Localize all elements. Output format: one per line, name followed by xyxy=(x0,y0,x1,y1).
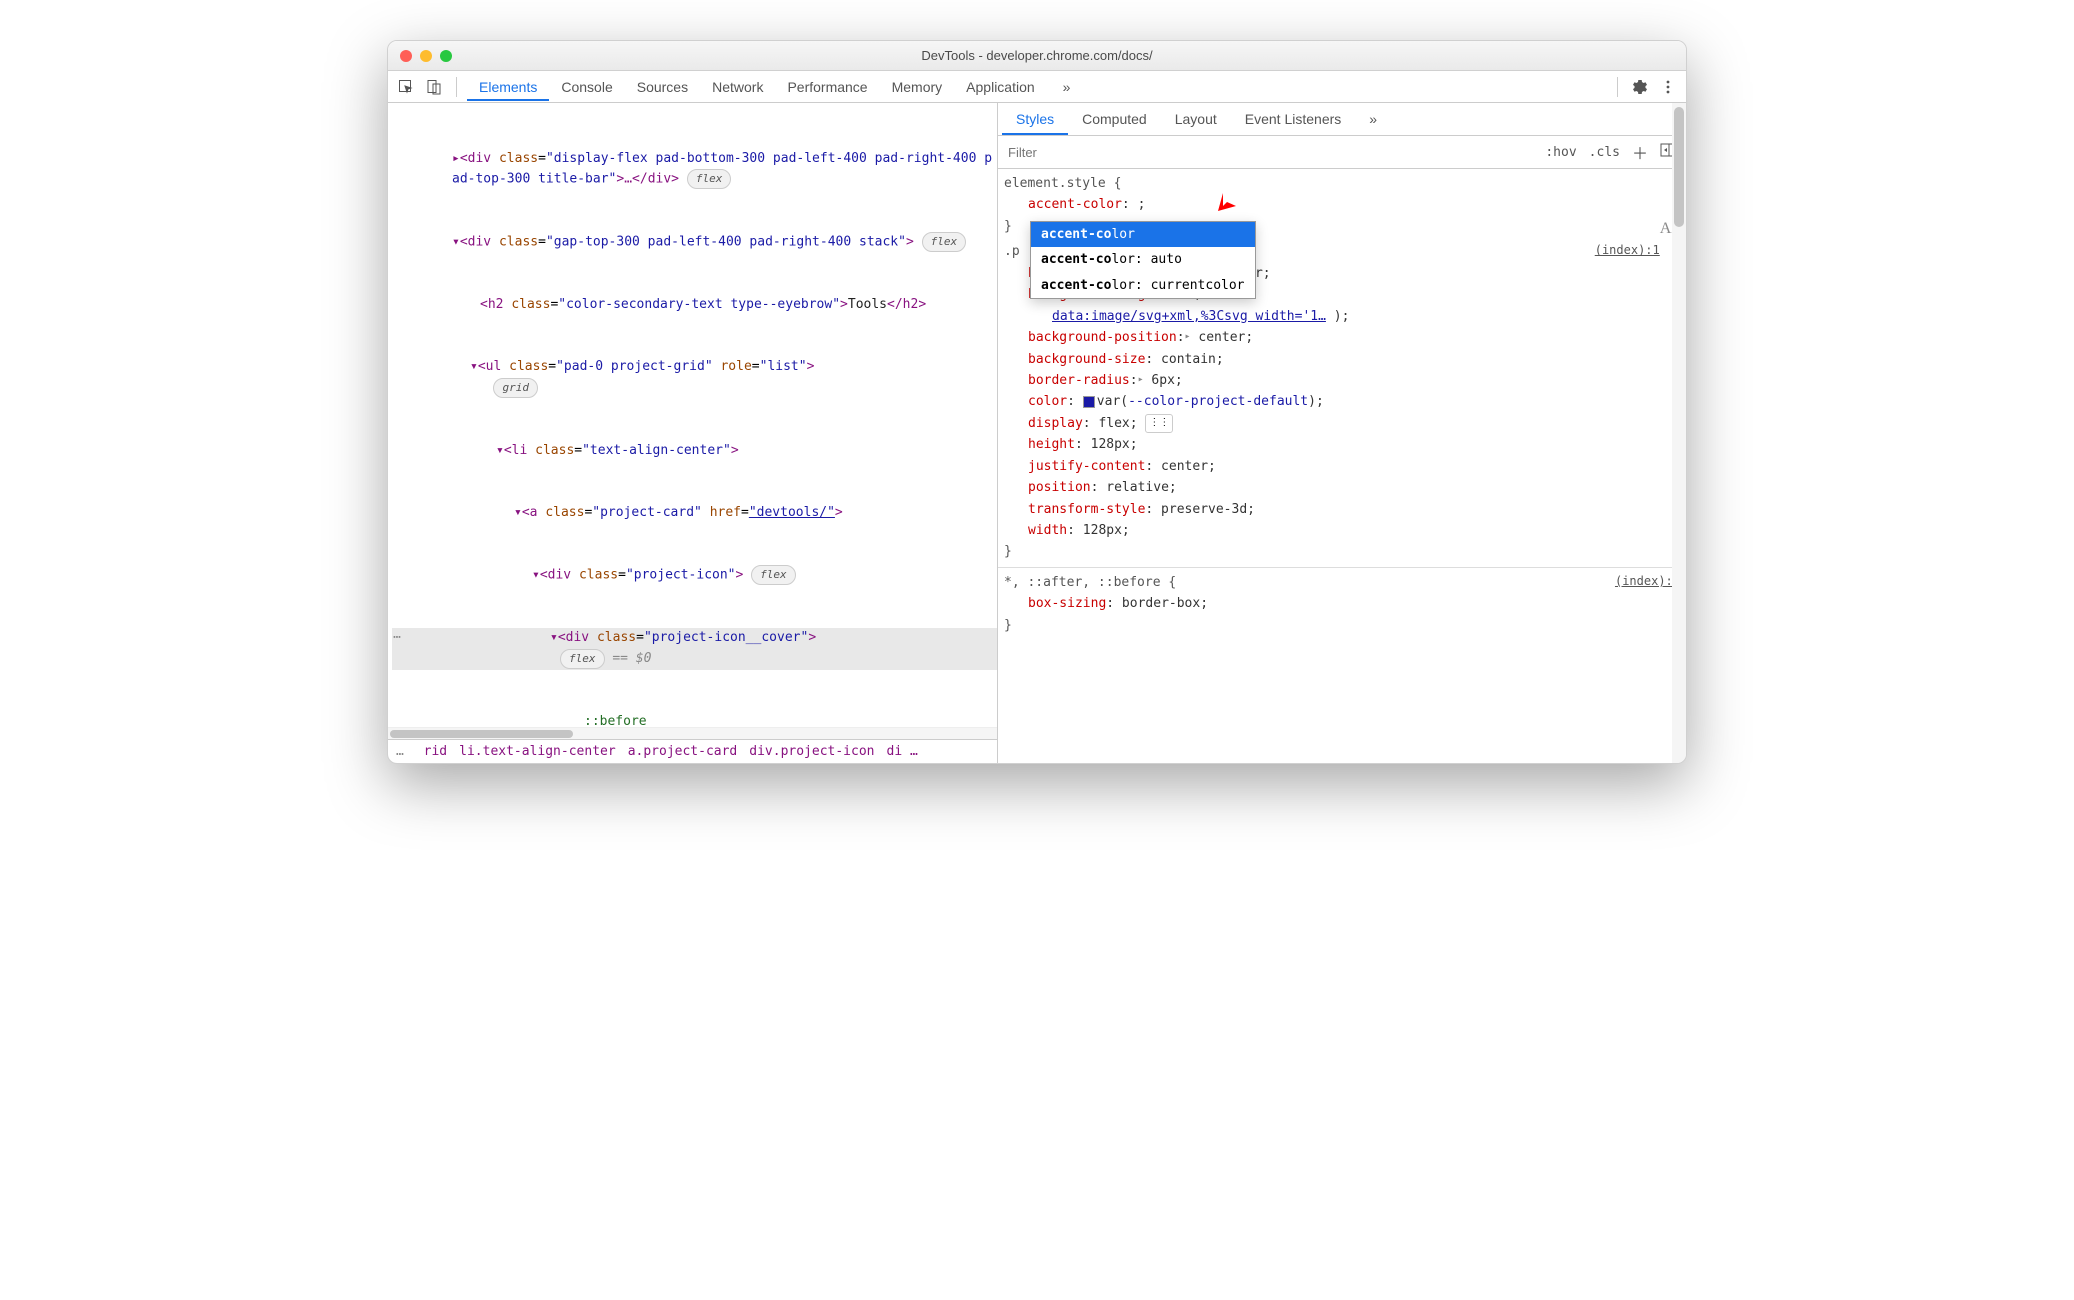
dom-node[interactable]: ▾<div class="gap-top-300 pad-left-400 pa… xyxy=(392,232,997,253)
tab-application[interactable]: Application xyxy=(954,73,1047,101)
styles-body[interactable]: element.style { accent-color: ; } AA acc… xyxy=(998,169,1686,763)
css-declaration[interactable]: transform-style: preserve-3d; xyxy=(1028,499,1680,520)
autocomplete-item[interactable]: accent-color: auto xyxy=(1031,247,1255,272)
main-toolbar: ElementsConsoleSourcesNetworkPerformance… xyxy=(388,71,1686,103)
rule-selector: *, ::after, ::before { xyxy=(1004,575,1176,590)
traffic-lights xyxy=(400,50,452,62)
annotation-arrow-icon xyxy=(1208,171,1258,228)
editing-property[interactable]: accent-color xyxy=(1028,197,1122,212)
css-declaration[interactable]: width: 128px; xyxy=(1028,520,1680,541)
dom-node-selected[interactable]: ⋯▾<div class="project-icon__cover">flex … xyxy=(392,628,997,670)
kebab-menu-icon[interactable] xyxy=(1656,75,1680,99)
crumb-item[interactable]: div.project-icon xyxy=(749,744,874,759)
flex-badge[interactable]: flex xyxy=(751,565,796,585)
tab-elements[interactable]: Elements xyxy=(467,73,549,101)
flex-badge[interactable]: flex xyxy=(560,649,605,669)
source-link[interactable]: (index):1 xyxy=(1595,241,1660,261)
css-declaration[interactable]: display: flex; ⋮⋮ xyxy=(1028,413,1680,434)
source-link[interactable]: (index):1 xyxy=(1615,572,1680,592)
zoom-icon[interactable] xyxy=(440,50,452,62)
dom-tree[interactable]: ▸<div class="display-flex pad-bottom-300… xyxy=(388,103,997,727)
crumb-item[interactable]: rid xyxy=(424,744,447,759)
tab-network[interactable]: Network xyxy=(700,73,775,101)
styles-tabs: StylesComputedLayoutEvent Listeners » xyxy=(998,103,1686,136)
gear-icon[interactable] xyxy=(1628,75,1652,99)
autocomplete-item[interactable]: accent-color: currentcolor xyxy=(1031,273,1255,298)
device-toggle-icon[interactable] xyxy=(422,75,446,99)
css-declaration[interactable]: background-size: contain; xyxy=(1028,349,1680,370)
styles-filter-row: :hov .cls ＋ xyxy=(998,136,1686,169)
css-declaration[interactable]: data:image/svg+xml,%3Csvg width='1… ); xyxy=(1028,306,1680,327)
devtools-window: DevTools - developer.chrome.com/docs/ El… xyxy=(387,40,1687,764)
styles-tabs-overflow[interactable]: » xyxy=(1355,103,1391,135)
styles-tab-computed[interactable]: Computed xyxy=(1068,103,1161,135)
vertical-scrollbar[interactable] xyxy=(1672,103,1686,763)
tab-memory[interactable]: Memory xyxy=(880,73,955,101)
autocomplete-popup[interactable]: accent-coloraccent-color: autoaccent-col… xyxy=(1030,221,1256,299)
rule-selector: .p xyxy=(1004,244,1020,259)
cls-button[interactable]: .cls xyxy=(1583,143,1626,162)
dollar-zero: == $0 xyxy=(605,651,652,666)
minimize-icon[interactable] xyxy=(420,50,432,62)
inspect-icon[interactable] xyxy=(394,75,418,99)
flex-badge[interactable]: flex xyxy=(922,232,967,252)
hov-button[interactable]: :hov xyxy=(1539,143,1582,162)
dom-node[interactable]: <h2 class="color-secondary-text type--ey… xyxy=(392,295,997,316)
crumb-item[interactable]: li.text-align-center xyxy=(459,744,616,759)
tab-console[interactable]: Console xyxy=(549,73,624,101)
css-declaration[interactable]: height: 128px; xyxy=(1028,434,1680,455)
tab-sources[interactable]: Sources xyxy=(625,73,700,101)
dom-node[interactable]: ▾<div class="project-icon"> flex xyxy=(392,565,997,586)
new-rule-icon[interactable]: ＋ xyxy=(1626,138,1654,166)
styles-tab-styles[interactable]: Styles xyxy=(1002,103,1068,135)
dom-node[interactable]: ▸<div class="display-flex pad-bottom-300… xyxy=(392,149,997,191)
crumb-item[interactable]: di … xyxy=(887,744,918,759)
separator xyxy=(456,77,457,97)
horizontal-scrollbar[interactable] xyxy=(388,727,997,739)
grid-badge[interactable]: grid xyxy=(493,378,538,398)
breadcrumb[interactable]: … rid li.text-align-center a.project-card d… xyxy=(388,739,997,763)
close-icon[interactable] xyxy=(400,50,412,62)
tabs-overflow[interactable]: » xyxy=(1051,73,1083,101)
content-area: ▸<div class="display-flex pad-bottom-300… xyxy=(388,103,1686,763)
dom-node[interactable]: ▾<ul class="pad-0 project-grid" role="li… xyxy=(392,357,997,399)
css-declaration[interactable]: border-radius:▸ 6px; xyxy=(1028,370,1680,391)
rule-universal[interactable]: (index):1 *, ::after, ::before { box-siz… xyxy=(1004,572,1680,636)
styles-pane: StylesComputedLayoutEvent Listeners » :h… xyxy=(998,103,1686,763)
window-title: DevTools - developer.chrome.com/docs/ xyxy=(388,48,1686,63)
pseudo-before[interactable]: ::before xyxy=(392,712,997,727)
separator xyxy=(1617,77,1618,97)
styles-tab-event-listeners[interactable]: Event Listeners xyxy=(1231,103,1356,135)
dom-node[interactable]: ▾<li class="text-align-center"> xyxy=(392,441,997,462)
titlebar: DevTools - developer.chrome.com/docs/ xyxy=(388,41,1686,71)
css-declaration[interactable]: box-sizing: border-box; xyxy=(1028,593,1680,614)
styles-tab-layout[interactable]: Layout xyxy=(1161,103,1231,135)
dots-gutter: ⋯ xyxy=(388,628,406,649)
crumb-item[interactable]: a.project-card xyxy=(628,744,738,759)
css-declaration[interactable]: justify-content: center; xyxy=(1028,456,1680,477)
css-declaration[interactable]: background-position:▸ center; xyxy=(1028,327,1680,348)
tab-performance[interactable]: Performance xyxy=(775,73,879,101)
css-declaration[interactable]: color: var(--color-project-default); xyxy=(1028,391,1680,412)
css-declaration[interactable]: position: relative; xyxy=(1028,477,1680,498)
crumb-ellipsis[interactable]: … xyxy=(396,744,404,759)
dom-node[interactable]: ▾<a class="project-card" href="devtools/… xyxy=(392,503,997,524)
filter-input[interactable] xyxy=(1004,141,1539,164)
flex-badge[interactable]: flex xyxy=(687,169,732,189)
elements-pane: ▸<div class="display-flex pad-bottom-300… xyxy=(388,103,998,763)
panel-tabs: ElementsConsoleSourcesNetworkPerformance… xyxy=(467,73,1047,101)
